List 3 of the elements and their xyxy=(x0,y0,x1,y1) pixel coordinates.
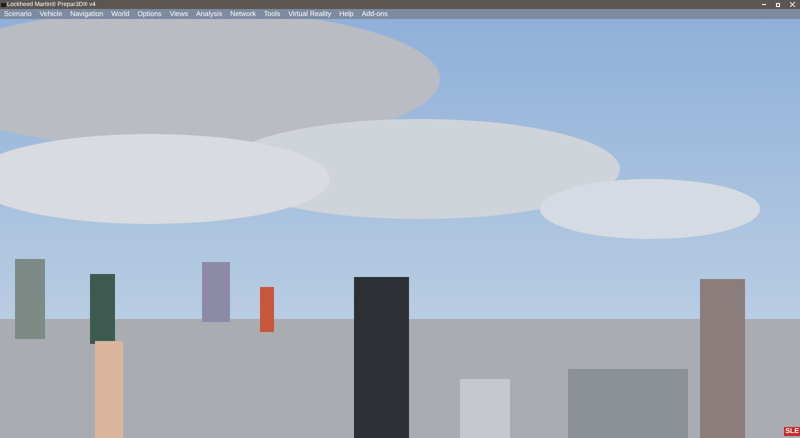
restore-icon[interactable] xyxy=(776,2,780,6)
app-icon xyxy=(1,2,6,6)
close-icon[interactable] xyxy=(790,2,795,7)
